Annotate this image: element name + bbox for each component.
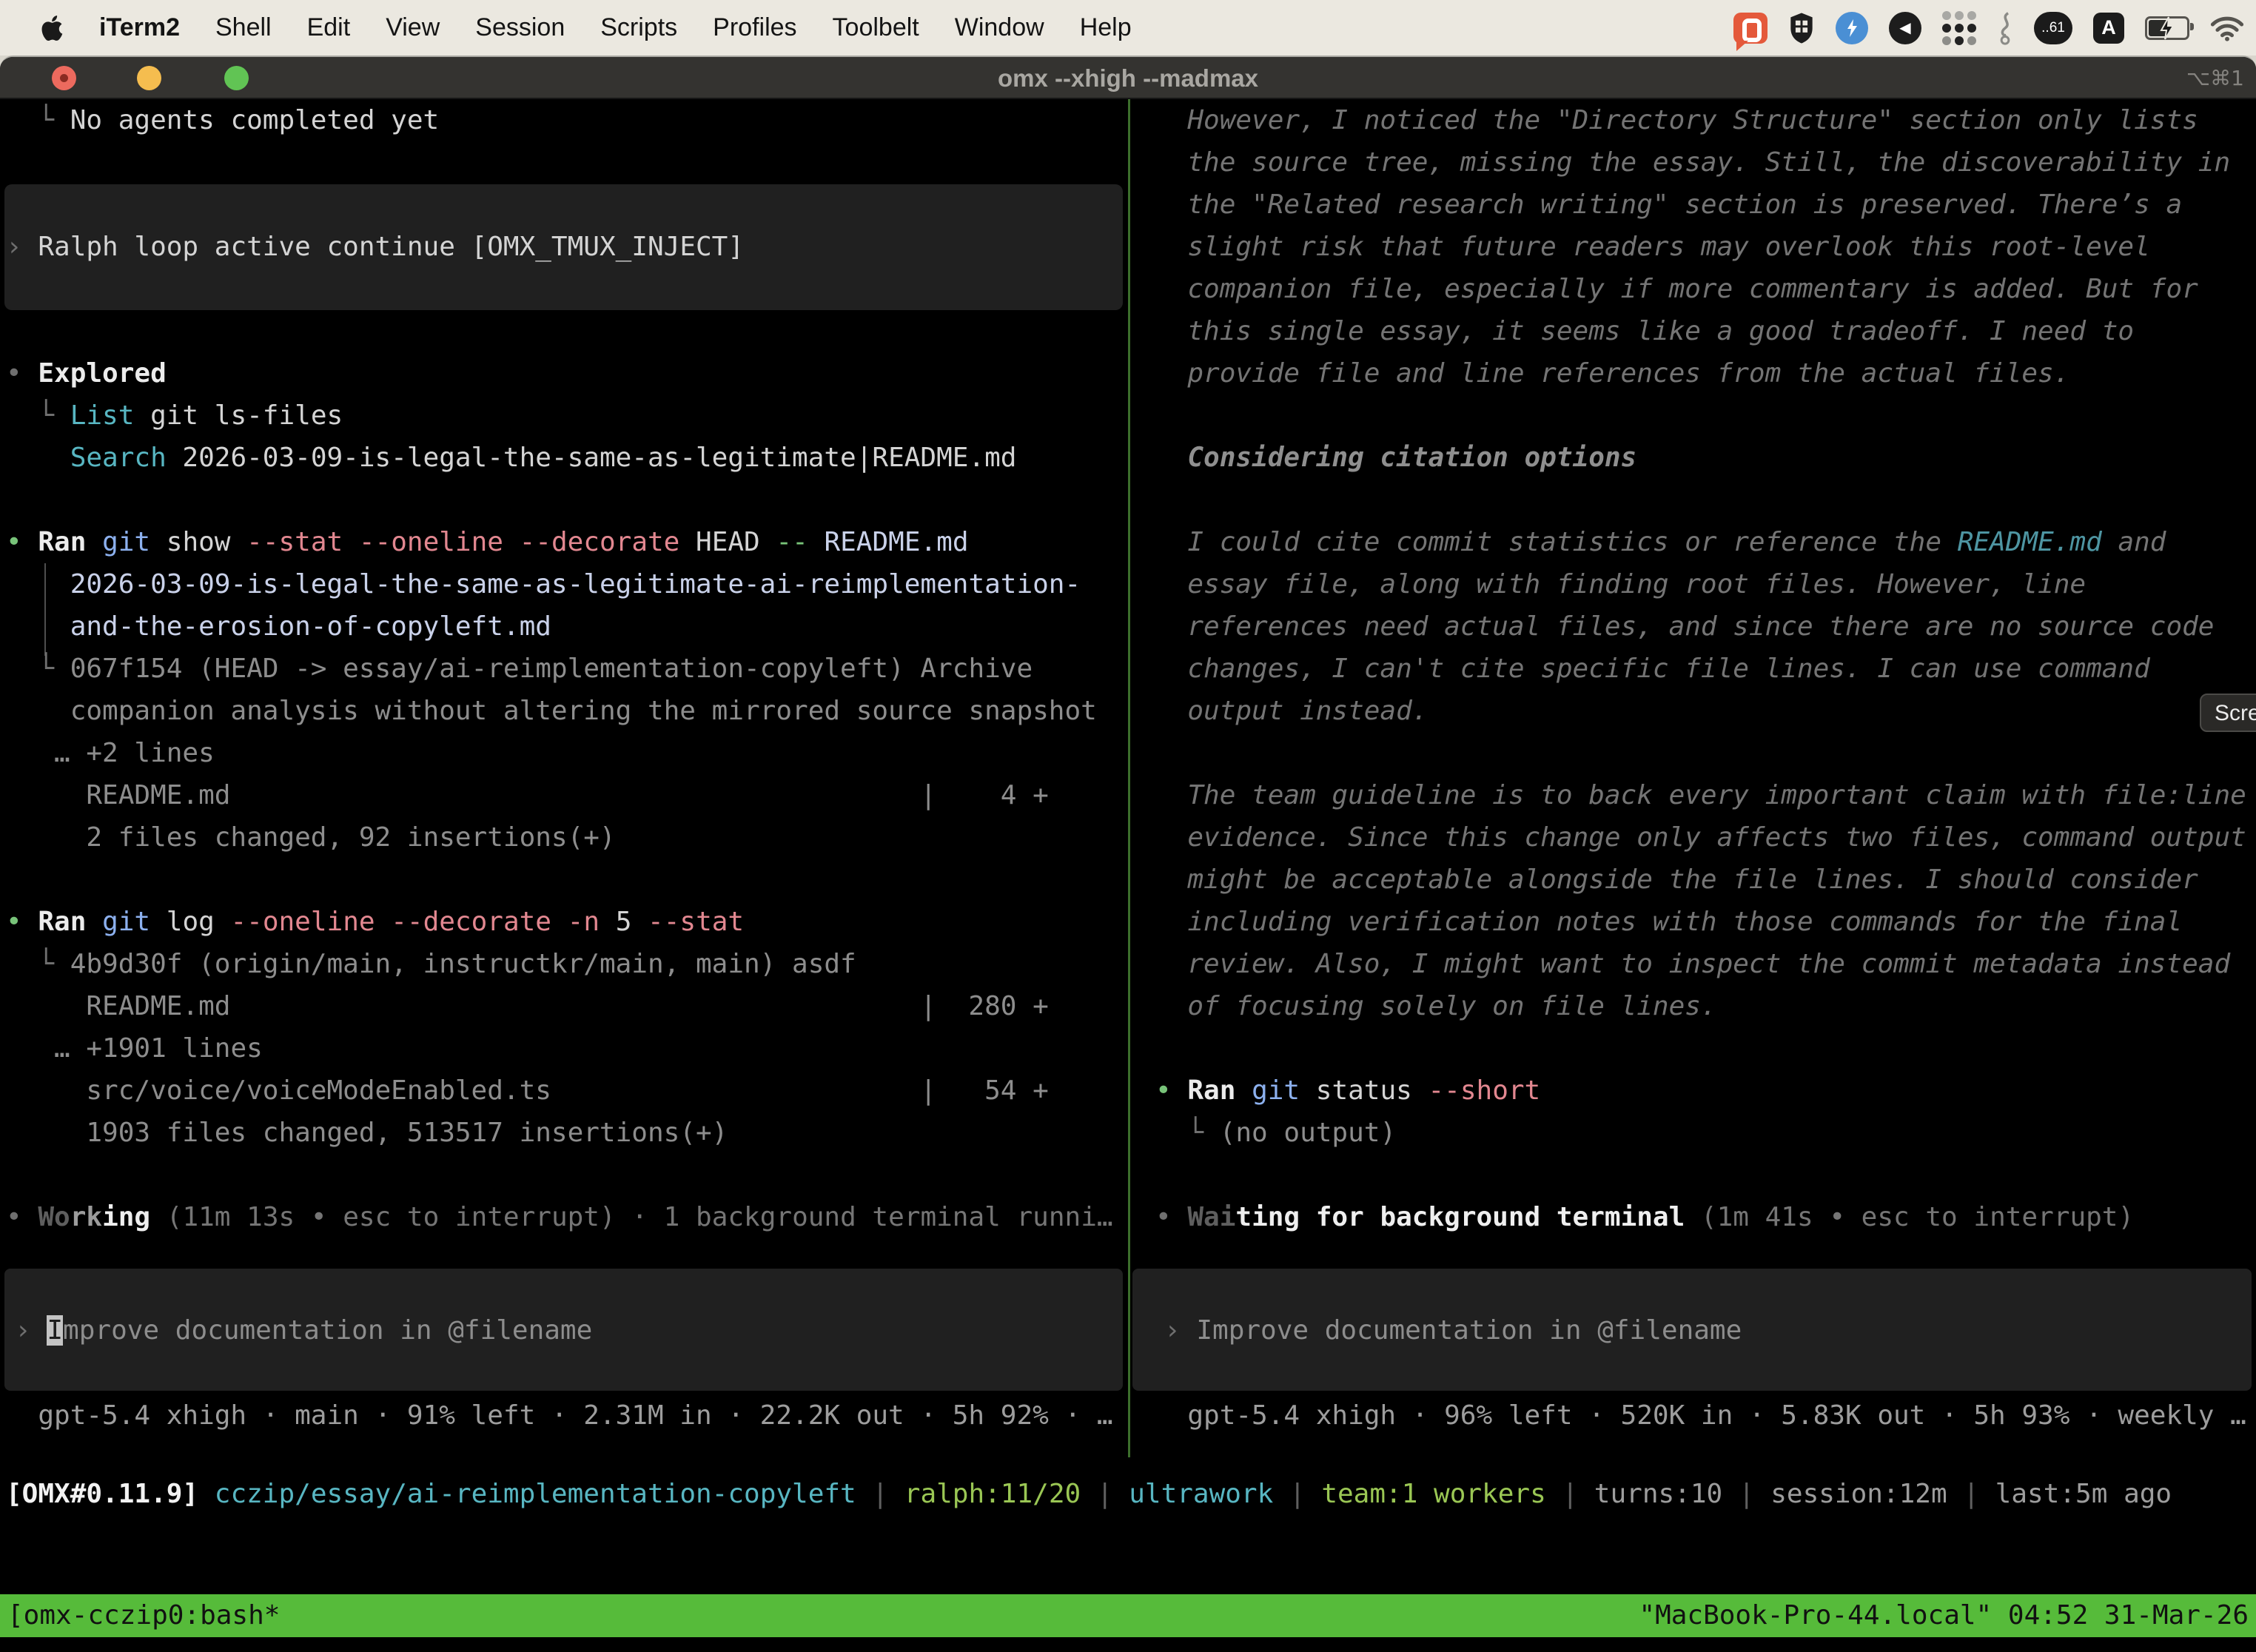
keyboard-layout-icon[interactable]: A xyxy=(2093,13,2124,44)
percent-badge-icon[interactable]: ..61 xyxy=(2034,12,2072,44)
terminal-row: evidence. Since this change only affects… xyxy=(1155,816,2256,859)
chat-bubble-icon[interactable] xyxy=(1733,13,1767,44)
tmux-status-bar: [omx-cczip0:bash* "MacBook-Pro-44.local"… xyxy=(0,1594,2256,1637)
menu-item-scripts[interactable]: Scripts xyxy=(600,13,677,42)
right-status-line: gpt-5.4 xhigh · 96% left · 520K in · 5.8… xyxy=(1155,1394,2246,1437)
terminal-row: might be acceptable alongside the file l… xyxy=(1155,859,2256,901)
wifi-icon[interactable] xyxy=(2210,15,2244,41)
blue-bolt-badge-icon[interactable] xyxy=(1836,12,1868,44)
menu-app-name[interactable]: iTerm2 xyxy=(99,13,180,42)
terminal-row: Search 2026-03-09-is-legal-the-same-as-l… xyxy=(6,437,1128,479)
right-terminal-pane[interactable]: However, I noticed the "Directory Struct… xyxy=(1130,99,2256,1457)
terminal-row: provide file and line references from th… xyxy=(1155,352,2256,394)
terminal-row xyxy=(1155,394,2256,437)
terminal-row: • Explored xyxy=(6,352,1128,394)
terminal-row: this single essay, it seems like a good … xyxy=(1155,310,2256,352)
left-status-line: gpt-5.4 xhigh · main · 91% left · 2.31M … xyxy=(6,1394,1113,1437)
terminal-row: • Ran git status --short xyxy=(1155,1070,2256,1112)
terminal-row xyxy=(1155,732,2256,774)
omx-status-bar: [OMX#0.11.9] cczip/essay/ai-reimplementa… xyxy=(0,1473,2256,1515)
terminal-row: └ No agents completed yet xyxy=(6,99,1128,141)
terminal-row xyxy=(6,859,1128,901)
menu-item-session[interactable]: Session xyxy=(475,13,565,42)
menubar-menus: iTerm2 Shell Edit View Session Scripts P… xyxy=(0,13,1132,43)
dark-circle-arrow-icon[interactable]: ◀ xyxy=(1889,12,1921,44)
window-title: omx --xhigh --madmax xyxy=(0,57,2256,99)
terminal-row: › Ralph loop active continue [OMX_TMUX_I… xyxy=(6,226,1128,268)
terminal-row xyxy=(1155,1154,2256,1196)
terminal-row: I could cite commit statistics or refere… xyxy=(1155,521,2256,563)
shield-grid-icon[interactable] xyxy=(1788,12,1815,44)
menu-item-window[interactable]: Window xyxy=(955,13,1044,42)
terminal-row xyxy=(6,268,1128,310)
terminal-row: companion analysis without altering the … xyxy=(6,690,1128,732)
terminal-row: • Working (11m 13s • esc to interrupt) ·… xyxy=(6,1196,1128,1238)
menu-item-toolbelt[interactable]: Toolbelt xyxy=(833,13,919,42)
menubar-status-icons: ◀ ..61 A xyxy=(1733,11,2256,45)
terminal-row: • Ran git show --stat --oneline --decora… xyxy=(6,521,1128,563)
terminal-row: … +2 lines xyxy=(6,732,1128,774)
terminal-row: └ (no output) xyxy=(1155,1112,2256,1154)
window-titlebar[interactable]: omx --xhigh --madmax ⌥⌘1 xyxy=(0,57,2256,99)
terminal-row xyxy=(6,310,1128,352)
left-terminal-pane[interactable]: └ No agents completed yet › Ralph loop ac… xyxy=(0,99,1128,1457)
terminal-row: • Waiting for background terminal (1m 41… xyxy=(1155,1196,2256,1238)
terminal-row: • Ran git log --oneline --decorate -n 5 … xyxy=(6,901,1128,943)
terminal-row: slight risk that future readers may over… xyxy=(1155,226,2256,268)
right-pane-output: However, I noticed the "Directory Struct… xyxy=(1155,99,2256,1238)
left-prompt-input[interactable]: › Improve documentation in @filename xyxy=(6,1309,592,1352)
menu-item-shell[interactable]: Shell xyxy=(215,13,272,42)
terminal-row xyxy=(1155,1027,2256,1070)
window-shortcut-hint: ⌥⌘1 xyxy=(2186,57,2244,99)
macos-menubar: iTerm2 Shell Edit View Session Scripts P… xyxy=(0,0,2256,56)
terminal-row: including verification notes with those … xyxy=(1155,901,2256,943)
terminal-row: 1903 files changed, 513517 insertions(+) xyxy=(6,1112,1128,1154)
terminal-row xyxy=(6,479,1128,521)
terminal-row: output instead. xyxy=(1155,690,2256,732)
left-pane-output: └ No agents completed yet › Ralph loop ac… xyxy=(6,99,1128,1238)
screen-indicator-pill[interactable]: Scre xyxy=(2200,694,2256,732)
terminal-row: … +1901 lines xyxy=(6,1027,1128,1070)
terminal-row: the source tree, missing the essay. Stil… xyxy=(1155,141,2256,184)
terminal-row: changes, I can't cite specific file line… xyxy=(1155,648,2256,690)
dots-grid-icon[interactable] xyxy=(1942,11,1976,45)
terminal-row: └ 4b9d30f (origin/main, instructkr/main,… xyxy=(6,943,1128,985)
terminal-row: the "Related research writing" section i… xyxy=(1155,184,2256,226)
tmux-host-clock: "MacBook-Pro-44.local" 04:52 31-Mar-26 xyxy=(1639,1594,2249,1637)
terminal-row: src/voice/voiceModeEnabled.ts | 54 + xyxy=(6,1070,1128,1112)
screenshot-root: iTerm2 Shell Edit View Session Scripts P… xyxy=(0,0,2256,1652)
terminal-row: review. Also, I might want to inspect th… xyxy=(1155,943,2256,985)
terminal-row: README.md | 280 + xyxy=(6,985,1128,1027)
apple-logo-icon[interactable] xyxy=(38,13,64,43)
terminal-row: and-the-erosion-of-copyleft.md xyxy=(6,605,1128,648)
terminal-row xyxy=(6,184,1128,226)
menu-item-profiles[interactable]: Profiles xyxy=(713,13,796,42)
menu-item-edit[interactable]: Edit xyxy=(307,13,351,42)
battery-icon[interactable] xyxy=(2145,16,2189,40)
terminal-row: essay file, along with finding root file… xyxy=(1155,563,2256,605)
terminal-row: The team guideline is to back every impo… xyxy=(1155,774,2256,816)
terminal-row: companion file, especially if more comme… xyxy=(1155,268,2256,310)
menu-item-help[interactable]: Help xyxy=(1080,13,1132,42)
terminal-row: └ 067f154 (HEAD -> essay/ai-reimplementa… xyxy=(6,648,1128,690)
terminal-row xyxy=(6,1154,1128,1196)
terminal-row: 2 files changed, 92 insertions(+) xyxy=(6,816,1128,859)
iterm-window: omx --xhigh --madmax ⌥⌘1 └ No agents com… xyxy=(0,56,2256,1652)
tmux-session-label[interactable]: [omx-cczip0:bash* xyxy=(7,1594,280,1637)
terminal-row xyxy=(1155,479,2256,521)
terminal-row: references need actual files, and since … xyxy=(1155,605,2256,648)
terminal-row: Considering citation options xyxy=(1155,437,2256,479)
right-prompt-input[interactable]: › Improve documentation in @filename xyxy=(1155,1309,1742,1352)
hook-squiggle-icon[interactable] xyxy=(1997,11,2013,45)
terminal-row: of focusing solely on file lines. xyxy=(1155,985,2256,1027)
terminal-row xyxy=(6,141,1128,184)
terminal-row: README.md | 4 + xyxy=(6,774,1128,816)
terminal-row: 2026-03-09-is-legal-the-same-as-legitima… xyxy=(6,563,1128,605)
terminal-row: However, I noticed the "Directory Struct… xyxy=(1155,99,2256,141)
terminal-row: └ List git ls-files xyxy=(6,394,1128,437)
menu-item-view[interactable]: View xyxy=(386,13,440,42)
